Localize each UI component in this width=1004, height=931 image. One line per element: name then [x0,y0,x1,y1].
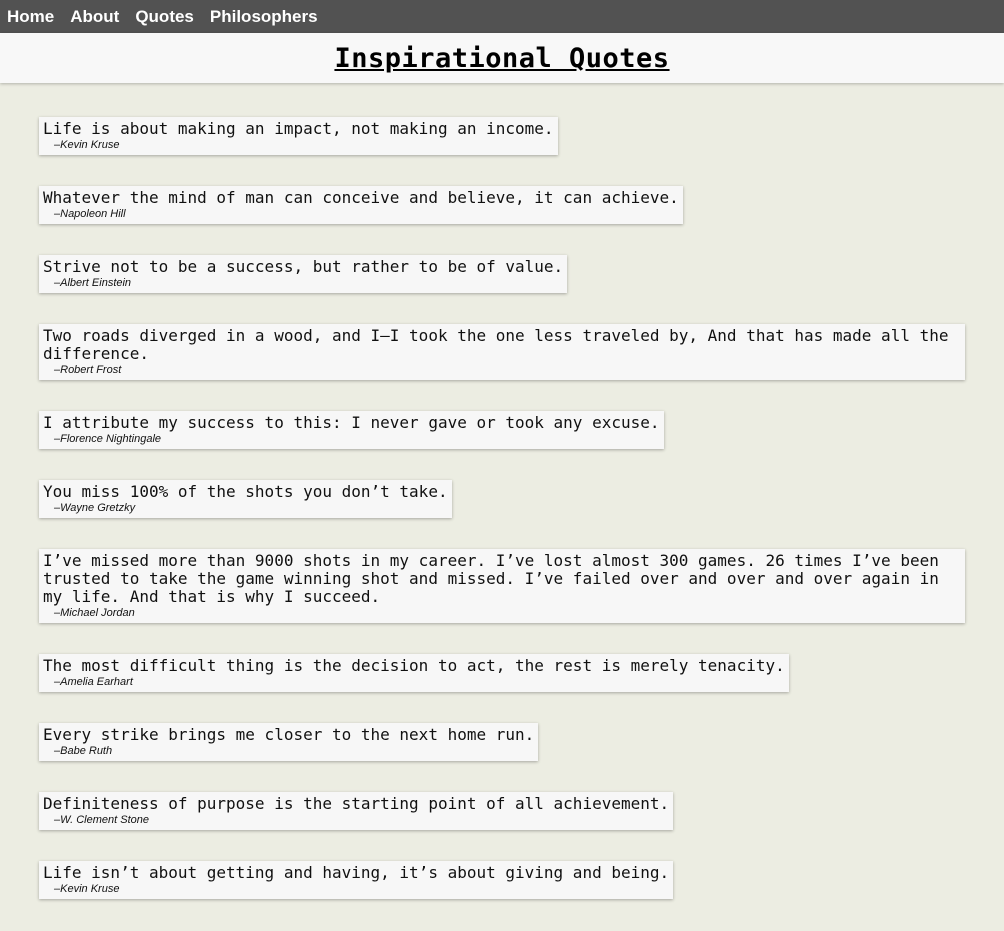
quote-author: Albert Einstein [43,277,563,290]
quote-card: The most difficult thing is the decision… [39,654,789,692]
page-title: Inspirational Quotes [334,42,670,74]
quote-card: Life isn’t about getting and having, it’… [39,861,674,899]
nav-quotes-link[interactable]: Quotes [135,0,194,33]
quote-text: Whatever the mind of man can conceive an… [43,188,679,207]
quote-card: Whatever the mind of man can conceive an… [39,186,683,224]
quote-card: I’ve missed more than 9000 shots in my c… [39,549,965,623]
quote-author: Wayne Gretzky [43,502,448,515]
quote-card: I attribute my success to this: I never … [39,411,664,449]
quote-author: Amelia Earhart [43,676,785,689]
top-navbar: Home About Quotes Philosophers [0,0,1004,33]
quote-text: Life isn’t about getting and having, it’… [43,863,670,882]
nav-about-link[interactable]: About [70,0,119,33]
quote-text: Definiteness of purpose is the starting … [43,794,670,813]
quote-card: Life is about making an impact, not maki… [39,117,558,155]
quote-card: Strive not to be a success, but rather t… [39,255,568,293]
quote-card: Two roads diverged in a wood, and I—I to… [39,324,965,380]
quote-author: W. Clement Stone [43,814,669,827]
quote-text: Every strike brings me closer to the nex… [43,725,535,744]
quote-text: The most difficult thing is the decision… [43,656,785,675]
quote-text: Two roads diverged in a wood, and I—I to… [43,326,949,363]
quote-author: Napoleon Hill [43,208,679,221]
quote-author: Michael Jordan [43,607,961,620]
quote-text: I’ve missed more than 9000 shots in my c… [43,551,939,606]
quote-author: Kevin Kruse [43,883,669,896]
quote-author: Babe Ruth [43,745,534,758]
quote-author: Florence Nightingale [43,433,660,446]
quote-author: Kevin Kruse [43,139,554,152]
quote-list: Life is about making an impact, not maki… [0,83,1004,899]
quote-card: Definiteness of purpose is the starting … [39,792,674,830]
quote-author: Robert Frost [43,364,961,377]
quote-card: You miss 100% of the shots you don’t tak… [39,480,452,518]
page-header: Inspirational Quotes [0,33,1004,83]
nav-home-link[interactable]: Home [7,0,54,33]
quote-text: You miss 100% of the shots you don’t tak… [43,482,448,501]
nav-philosophers-link[interactable]: Philosophers [210,0,318,33]
quote-text: Life is about making an impact, not maki… [43,119,554,138]
quote-card: Every strike brings me closer to the nex… [39,723,539,761]
quote-text: Strive not to be a success, but rather t… [43,257,564,276]
quote-text: I attribute my success to this: I never … [43,413,660,432]
